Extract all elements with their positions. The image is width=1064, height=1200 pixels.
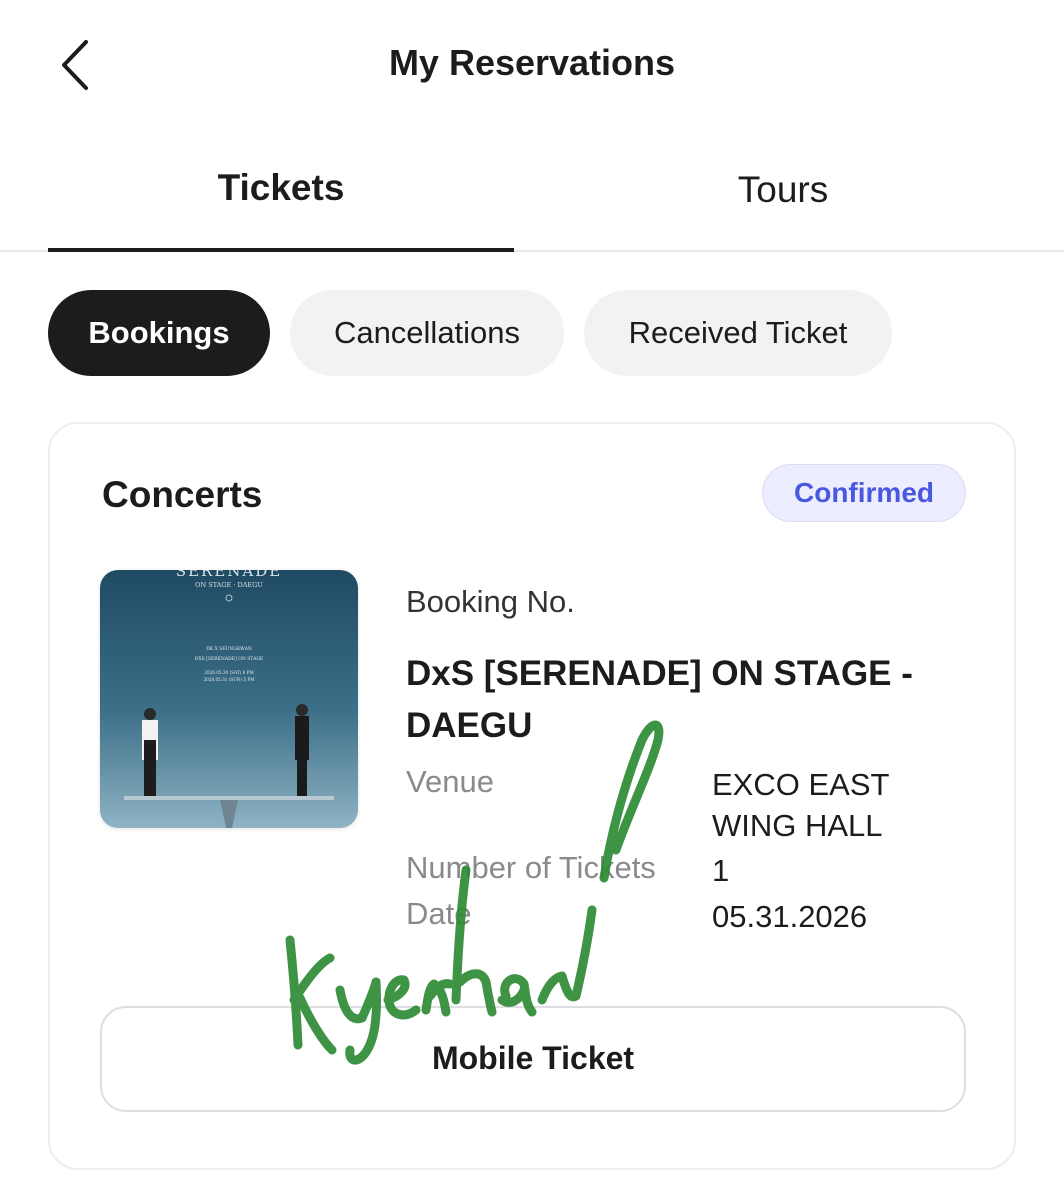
status-badge: Confirmed [762, 464, 966, 522]
filter-received-ticket[interactable]: Received Ticket [584, 290, 892, 376]
tab-tickets[interactable]: Tickets [48, 140, 514, 252]
page-title: My Reservations [388, 42, 676, 83]
poster-line2: DXS [SERENADE] ON STAGE [195, 656, 263, 662]
poster-line3: 2026.05.30 (SAT) 6 PM [204, 670, 254, 675]
tab-tours[interactable]: Tours [550, 140, 1016, 250]
booking-number-label: Booking No. [406, 584, 575, 619]
category-title: Concerts [102, 474, 263, 515]
reservation-card: Concerts Confirmed SERENADE ON STAGE · D… [48, 422, 1016, 1170]
event-title: DxS [SERENADE] ON STAGE - DAEGU [406, 654, 913, 745]
event-poster[interactable]: SERENADE ON STAGE · DAEGU DK X SEUNGKWAN… [100, 570, 358, 828]
date-value: 05.31.2026 [712, 899, 868, 934]
poster-subheading: ON STAGE · DAEGU [195, 581, 263, 589]
tab-bar: Tickets Tours [0, 140, 1064, 252]
ticket-count-label: Number of Tickets [406, 850, 656, 885]
poster-line1: DK X SEUNGKWAN [206, 646, 252, 652]
poster-heading: SERENADE [176, 570, 282, 580]
date-label: Date [406, 896, 472, 931]
filter-bookings[interactable]: Bookings [48, 290, 270, 376]
mobile-ticket-button[interactable]: Mobile Ticket [100, 1006, 966, 1112]
venue-label: Venue [406, 764, 494, 799]
filter-cancellations[interactable]: Cancellations [290, 290, 564, 376]
poster-line4: 2026.05.31 (SUN) 5 PM [203, 677, 255, 682]
ticket-count-value: 1 [712, 853, 730, 888]
header: My Reservations [0, 0, 1064, 130]
venue-value: EXCO EAST WING HALL [712, 767, 889, 843]
